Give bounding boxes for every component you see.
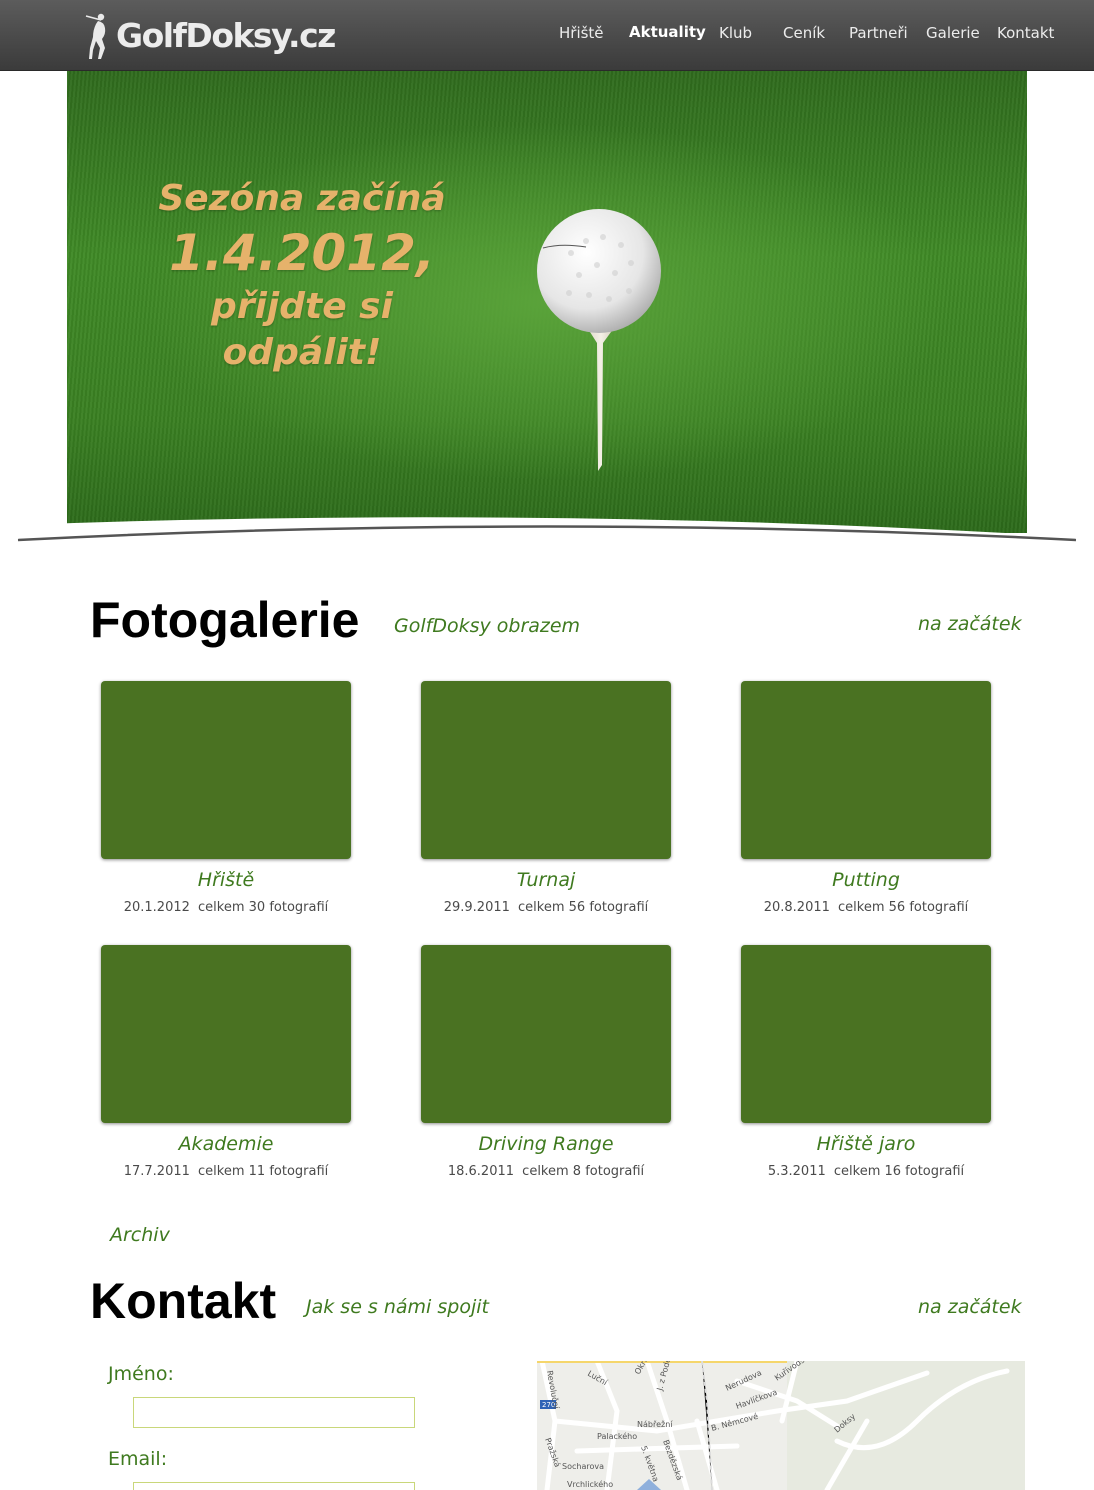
album-date: 20.8.2011 (763, 900, 830, 915)
album-meta: 18.6.2011 celkem 8 fotografií (421, 1164, 671, 1180)
album-photo-count: celkem 8 fotografií (522, 1164, 645, 1179)
album-meta: 20.1.2012 celkem 30 fotografií (101, 900, 351, 916)
gallery-archive-link[interactable]: Archiv (110, 1224, 170, 1246)
album-title[interactable]: Turnaj (421, 869, 671, 891)
map-image: 270 Luční Okružní J. z Poděbrad Nerudova… (537, 1361, 1025, 1490)
album-photo-count: celkem 16 fotografií (833, 1164, 965, 1179)
album-date: 17.7.2011 (123, 1164, 190, 1179)
map-label: Socharova (562, 1462, 604, 1471)
hero-banner: Sezóna začíná 1.4.2012, přijdte si odpál… (67, 71, 1027, 533)
map-label: Nábřežní (637, 1420, 673, 1429)
gallery-title: Fotogalerie (90, 592, 360, 648)
album-thumbnail[interactable] (741, 681, 991, 859)
album-date: 5.3.2011 (767, 1164, 826, 1179)
nav-item-klub[interactable]: Klub (719, 24, 752, 42)
nav-item-hriste[interactable]: Hřiště (559, 24, 604, 42)
gallery-album[interactable]: Turnaj 29.9.2011 celkem 56 fotografií (421, 681, 671, 916)
nav-item-partneri[interactable]: Partneři (849, 24, 908, 42)
album-title[interactable]: Akademie (101, 1133, 351, 1155)
location-map[interactable]: 270 Luční Okružní J. z Poděbrad Nerudova… (537, 1361, 1025, 1490)
nav-item-kontakt[interactable]: Kontakt (997, 24, 1054, 42)
album-date: 29.9.2011 (443, 900, 510, 915)
album-thumbnail[interactable] (101, 945, 351, 1123)
album-photo-count: celkem 56 fotografií (838, 900, 969, 915)
nav-item-aktuality[interactable]: Aktuality (629, 23, 706, 41)
album-date: 20.1.2012 (123, 900, 190, 915)
album-date: 18.6.2011 (447, 1164, 515, 1179)
top-navigation-bar: GolfDoksy.cz Hřiště Aktuality Klub Ceník… (0, 0, 1094, 71)
album-title[interactable]: Hřiště (101, 869, 351, 891)
nav-item-cenik[interactable]: Ceník (783, 24, 825, 42)
map-label: Vrchlického (567, 1479, 613, 1489)
album-photo-count: celkem 11 fotografií (198, 1164, 329, 1179)
album-meta: 5.3.2011 celkem 16 fotografií (741, 1164, 991, 1180)
contact-title: Kontakt (90, 1273, 277, 1329)
name-label: Jméno: (108, 1363, 174, 1385)
album-thumbnail[interactable] (101, 681, 351, 859)
gallery-album[interactable]: Driving Range 18.6.2011 celkem 8 fotogra… (421, 945, 671, 1180)
main-nav: Hřiště Aktuality Klub Ceník Partneři Gal… (0, 23, 1094, 48)
album-meta: 17.7.2011 celkem 11 fotografií (101, 1164, 351, 1180)
album-meta: 20.8.2011 celkem 56 fotografií (741, 900, 991, 916)
album-title[interactable]: Putting (741, 869, 991, 891)
gallery-album[interactable]: Hřiště 20.1.2012 celkem 30 fotografií (101, 681, 351, 916)
album-photo-count: celkem 56 fotografií (518, 900, 649, 915)
album-meta: 29.9.2011 celkem 56 fotografií (421, 900, 671, 916)
name-field[interactable] (133, 1397, 415, 1428)
gallery-back-to-top-link[interactable]: na začátek (918, 613, 1022, 635)
hero-line-4: odpálit! (222, 332, 382, 373)
hero-line-3: přijdte si (211, 286, 393, 327)
gallery-subtitle: GolfDoksy obrazem (394, 615, 581, 637)
album-thumbnail[interactable] (421, 681, 671, 859)
nav-item-galerie[interactable]: Galerie (926, 24, 980, 42)
album-photo-count: celkem 30 fotografií (198, 900, 329, 915)
hero-headline: Sezóna začíná 1.4.2012, přijdte si odpál… (127, 176, 477, 376)
email-label: Email: (108, 1448, 168, 1470)
album-title[interactable]: Hřiště jaro (741, 1133, 991, 1155)
golf-ball-on-tee-image (537, 209, 661, 471)
hero-line-1: Sezóna začíná (158, 178, 446, 219)
gallery-album[interactable]: Putting 20.8.2011 celkem 56 fotografií (741, 681, 991, 916)
email-field[interactable] (133, 1482, 415, 1490)
gallery-album[interactable]: Akademie 17.7.2011 celkem 11 fotografií (101, 945, 351, 1180)
hero-bottom-curve (0, 515, 1094, 560)
album-title[interactable]: Driving Range (421, 1133, 671, 1155)
hero-line-2: 1.4.2012, (169, 224, 435, 282)
gallery-album[interactable]: Hřiště jaro 5.3.2011 celkem 16 fotografi… (741, 945, 991, 1180)
album-thumbnail[interactable] (741, 945, 991, 1123)
contact-back-to-top-link[interactable]: na začátek (918, 1296, 1022, 1318)
contact-subtitle: Jak se s námi spojit (306, 1296, 489, 1318)
map-label: Palackého (597, 1431, 637, 1441)
album-thumbnail[interactable] (421, 945, 671, 1123)
